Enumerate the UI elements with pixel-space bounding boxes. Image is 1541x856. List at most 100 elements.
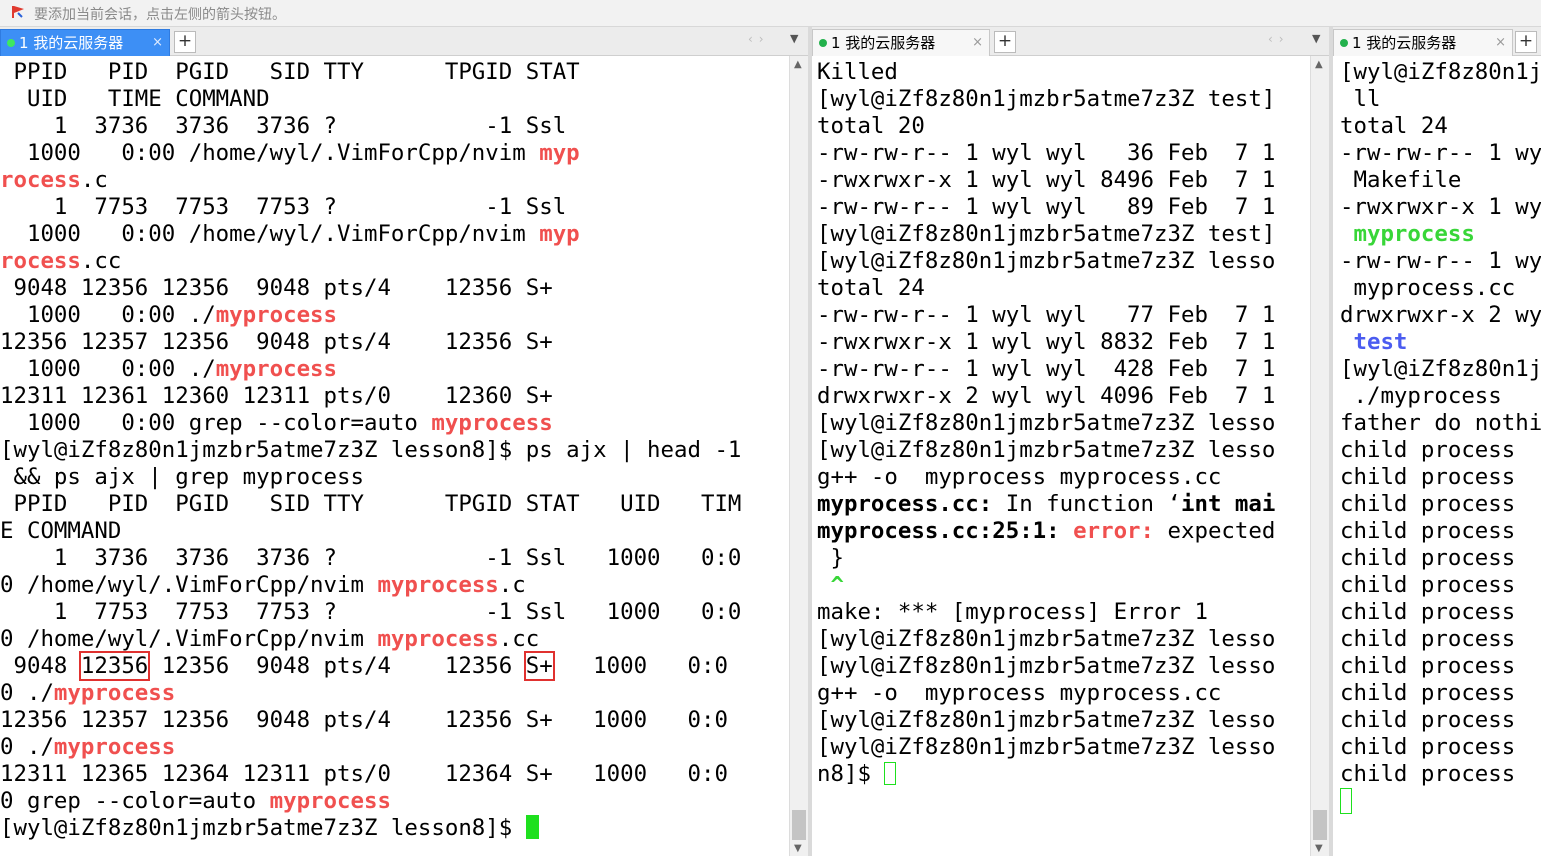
close-tab-icon[interactable]: ×: [972, 30, 983, 56]
term-line: child process: [1340, 518, 1516, 544]
term-line: 12311 12365 12364 12311 pts/0 12364 S+ 1…: [0, 761, 728, 787]
session-tab-label: 1 我的云服务器: [1352, 34, 1457, 52]
session-tab-1[interactable]: 1 我的云服务器 ×: [0, 29, 170, 56]
term-line: Makefile: [1340, 167, 1462, 193]
grep-match: myprocess: [53, 680, 176, 706]
term-line: -rw-rw-r-- 1 wyl wyl 77 Feb 7 1: [817, 302, 1276, 328]
term-line: child process: [1340, 653, 1516, 679]
term-line: child process: [1340, 464, 1516, 490]
term-line: 9048: [0, 653, 81, 679]
shell-prompt: [wyl@iZf8z80n1jmzbr5atme7z3Z lesso: [817, 626, 1276, 652]
connected-status-icon: [7, 39, 15, 47]
term-line: 1000 0:00 /home/wyl/.VimForCpp/nvim: [0, 221, 540, 247]
close-tab-icon[interactable]: ×: [152, 30, 163, 56]
term-line: && ps ajx | grep myprocess: [0, 464, 364, 490]
term-line: E COMMAND: [0, 518, 122, 544]
term-line: child process: [1340, 680, 1516, 706]
terminal-output-2[interactable]: Killed [wyl@iZf8z80n1jmzbr5atme7z3Z test…: [817, 56, 1311, 856]
session-tab-3[interactable]: 1 我的云服务器 ×: [1333, 29, 1513, 56]
terminal-output-3[interactable]: [wyl@iZf8z80n1j ll total 24 -rw-rw-r-- 1…: [1340, 56, 1541, 856]
term-line: 1000 0:0: [552, 653, 728, 679]
term-line: total 20: [817, 113, 925, 139]
compiler-file-ref: myprocess.cc:: [817, 491, 993, 517]
session-tab-label: 1 我的云服务器: [19, 34, 124, 52]
term-line: child process: [1340, 599, 1516, 625]
term-line: child process: [1340, 572, 1516, 598]
scrollbar-2[interactable]: ▲ ▼: [1310, 56, 1329, 856]
term-line: child process: [1340, 707, 1516, 733]
term-line: -rwxrwxr-x 1 wyl wyl 8832 Feb 7 1: [817, 329, 1276, 355]
term-line: 1 3736 3736 3736 ? -1 Ssl: [0, 113, 567, 139]
tab-list-dropdown-icon[interactable]: ▼: [1312, 32, 1320, 45]
term-line: -rw-rw-r-- 1 wyl wyl 36 Feb 7 1: [817, 140, 1276, 166]
term-line: -rw-rw-r-- 1 wy: [1340, 140, 1541, 166]
term-line: PPID PID PGID SID TTY TPGID STAT: [0, 59, 580, 85]
shell-prompt: [wyl@iZf8z80n1j: [1340, 59, 1541, 85]
term-line: 12356 12357 12356 9048 pts/4 12356 S+ 10…: [0, 707, 728, 733]
scroll-down-icon[interactable]: ▼: [794, 843, 802, 854]
term-line: total 24: [1340, 113, 1448, 139]
term-line: child process: [1340, 545, 1516, 571]
close-tab-icon[interactable]: ×: [1495, 30, 1506, 56]
term-line: UID TIME COMMAND: [0, 86, 270, 112]
scroll-thumb[interactable]: [792, 810, 806, 840]
scroll-thumb[interactable]: [1313, 810, 1327, 840]
session-arrow-icon[interactable]: [12, 5, 26, 19]
term-line: [1060, 518, 1073, 544]
terminal-pane-2: 1 我的云服务器 × + ‹› ▼ Killed [wyl@iZf8z80n1j…: [812, 27, 1329, 856]
term-line: 0 /home/wyl/.VimForCpp/nvim: [0, 572, 378, 598]
term-line: PPID PID PGID SID TTY TPGID STAT UID TIM: [0, 491, 742, 517]
terminal-pane-1: 1 我的云服务器 × + ‹› ▼ PPID PID PGID SID TTY …: [0, 27, 808, 856]
term-line: drwxrwxr-x 2 wyl wyl 4096 Feb 7 1: [817, 383, 1276, 409]
caret-marker: ^: [817, 572, 844, 598]
term-line: -rwxrwxr-x 1 wy: [1340, 194, 1541, 220]
grep-match: myprocess: [215, 356, 338, 382]
scroll-up-icon[interactable]: ▲: [794, 59, 802, 70]
term-line: 1000 0:00 /home/wyl/.VimForCpp/nvim: [0, 140, 540, 166]
add-tab-button[interactable]: +: [174, 31, 196, 53]
term-line: 1000 0:00 grep --color=auto: [0, 410, 432, 436]
terminal-cursor: [525, 815, 539, 839]
terminal-output-1[interactable]: PPID PID PGID SID TTY TPGID STAT UID TIM…: [0, 56, 790, 856]
session-tab-2[interactable]: 1 我的云服务器 ×: [812, 29, 990, 56]
connected-status-icon: [819, 39, 827, 47]
shell-prompt: [wyl@iZf8z80n1jmzbr5atme7z3Z lesso: [817, 410, 1276, 436]
term-line: -rwxrwxr-x 1 wyl wyl 8496 Feb 7 1: [817, 167, 1276, 193]
term-line: 1 3736 3736 3736 ? -1 Ssl 1000 0:0: [0, 545, 742, 571]
term-line: .cc: [498, 626, 540, 652]
grep-match: rocess: [0, 248, 81, 274]
tab-bar-1: 1 我的云服务器 × + ‹› ▼: [0, 27, 808, 56]
shell-prompt: [wyl@iZf8z80n1jmzbr5atme7z3Z lesson8]$ p…: [0, 437, 742, 463]
tab-list-dropdown-icon[interactable]: ▼: [790, 32, 798, 45]
terminal-cursor: [884, 762, 897, 785]
add-tab-button[interactable]: +: [1515, 31, 1537, 53]
scroll-down-icon[interactable]: ▼: [1315, 843, 1323, 854]
shell-prompt: [wyl@iZf8z80n1jmzbr5atme7z3Z lesson8]$: [0, 815, 526, 841]
grep-match: myprocess: [53, 734, 176, 760]
term-line: total 24: [817, 275, 925, 301]
term-line: father do nothi: [1340, 410, 1541, 436]
term-line: 0 /home/wyl/.VimForCpp/nvim: [0, 626, 378, 652]
term-line: child process: [1340, 761, 1516, 787]
session-tab-label: 1 我的云服务器: [831, 34, 936, 52]
compiler-error-label: error:: [1073, 518, 1155, 544]
grep-match: myprocess: [431, 410, 553, 436]
tab-scroll-arrows-icon[interactable]: ‹›: [1268, 32, 1290, 46]
compiler-func-ref: int mai: [1180, 491, 1276, 517]
scrollbar-1[interactable]: ▲ ▼: [789, 56, 808, 856]
shell-prompt: [wyl@iZf8z80n1jmzbr5atme7z3Z lesso: [817, 707, 1276, 733]
shell-prompt: [wyl@iZf8z80n1jmzbr5atme7z3Z lesso: [817, 248, 1276, 274]
term-line: child process: [1340, 626, 1516, 652]
term-line: .c: [498, 572, 526, 598]
tab-bar-3: 1 我的云服务器 × +: [1333, 27, 1541, 56]
directory-name: test: [1340, 329, 1408, 355]
term-line: 1000 0:00 ./: [0, 356, 216, 382]
shell-prompt: [wyl@iZf8z80n1jmzbr5atme7z3Z test]: [817, 86, 1276, 112]
tab-scroll-arrows-icon[interactable]: ‹›: [748, 32, 770, 46]
add-tab-button[interactable]: +: [994, 31, 1016, 53]
shell-prompt: [wyl@iZf8z80n1jmzbr5atme7z3Z lesso: [817, 653, 1276, 679]
scroll-up-icon[interactable]: ▲: [1315, 59, 1323, 70]
term-line: g++ -o myprocess myprocess.cc: [817, 680, 1222, 706]
shell-prompt: [wyl@iZf8z80n1jmzbr5atme7z3Z test]: [817, 221, 1276, 247]
shell-prompt: [wyl@iZf8z80n1jmzbr5atme7z3Z lesso: [817, 734, 1276, 760]
